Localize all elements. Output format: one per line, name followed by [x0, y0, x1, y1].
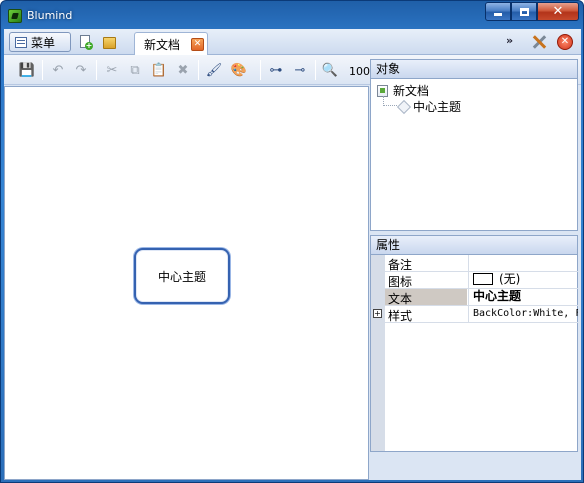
property-value: (无) [499, 272, 521, 286]
properties-panel-title: 属性 [370, 235, 578, 255]
central-topic-node[interactable]: 中心主题 [134, 248, 230, 304]
mindmap-canvas[interactable]: 中心主题 [4, 86, 369, 480]
title-bar[interactable]: Blumind ✕ [1, 1, 583, 29]
undo-icon[interactable]: ↶ [49, 62, 67, 79]
property-row-style[interactable]: + 样式 BackColor:White, F [371, 306, 578, 323]
window-title: Blumind [27, 9, 73, 22]
save-icon[interactable]: 💾 [18, 62, 36, 79]
property-row-text[interactable]: 文本 中心主题 [371, 289, 578, 306]
tools-icon[interactable] [531, 34, 548, 50]
property-name: 图标 [388, 275, 413, 289]
overflow-chevron-icon[interactable]: » [506, 34, 513, 47]
property-name: 样式 [388, 309, 413, 323]
theme-icon[interactable]: 🎨 [230, 62, 248, 79]
menu-label: 菜单 [31, 35, 56, 50]
cut-icon[interactable]: ✂ [103, 62, 121, 79]
add-subtopic-icon[interactable]: ⊶ [267, 62, 285, 79]
close-button[interactable]: ✕ [537, 2, 579, 21]
toolbar-divider [315, 60, 316, 80]
tab-close-icon[interactable]: ✕ [191, 38, 204, 51]
property-name: 文本 [388, 292, 413, 306]
document-icon [377, 84, 388, 97]
property-value[interactable]: BackColor:White, F [468, 306, 578, 322]
toolbar-divider [198, 60, 199, 80]
exit-icon[interactable]: ✕ [557, 34, 573, 50]
maximize-button[interactable] [511, 2, 537, 21]
objects-panel-title: 对象 [370, 59, 578, 79]
toolbar-divider [260, 60, 261, 80]
property-row-note[interactable]: 备注 [371, 255, 578, 272]
tab-strip: 菜单 + 新文档 ✕ » ✕ [4, 29, 581, 55]
maximize-icon [519, 7, 529, 16]
icon-swatch [473, 273, 493, 285]
topic-icon [396, 99, 412, 114]
tab-label: 新文档 [144, 37, 181, 52]
toolbar-divider [96, 60, 97, 80]
tree-item-central-topic[interactable]: 中心主题 [396, 98, 462, 115]
toolbar-divider [42, 60, 43, 80]
new-document-icon[interactable]: + [78, 35, 94, 51]
objects-tree[interactable]: 新文档 中心主题 [370, 79, 578, 231]
property-name: 备注 [388, 258, 413, 272]
app-logo-icon [8, 9, 22, 23]
tree-item-label: 中心主题 [413, 100, 462, 114]
paste-icon[interactable]: 📋 [150, 62, 168, 79]
add-link-icon[interactable]: ⊸ [291, 62, 309, 79]
property-value[interactable] [468, 255, 578, 271]
property-value[interactable]: 中心主题 [468, 289, 578, 305]
menu-button[interactable]: 菜单 [9, 32, 71, 52]
zoom-out-icon[interactable]: 🔍 [321, 62, 339, 79]
close-icon: ✕ [552, 4, 564, 19]
delete-icon[interactable]: ✖ [174, 62, 192, 79]
minimize-icon [494, 13, 502, 16]
redo-icon[interactable]: ↷ [72, 62, 90, 79]
open-folder-icon[interactable] [102, 35, 118, 51]
property-grid[interactable]: 备注 图标 (无) 文本 中心主题 + 样式 BackColor:White, … [370, 255, 578, 452]
expand-icon[interactable]: + [373, 309, 382, 318]
property-row-icon[interactable]: 图标 (无) [371, 272, 578, 289]
format-painter-icon[interactable]: 🖌 [205, 62, 223, 79]
app-window: Blumind ✕ 菜单 + 新文档 ✕ » ✕ 💾 ↶ ↷ ✂ ⧉ 📋 ✖ 🖌… [0, 0, 584, 483]
property-value-cell[interactable]: (无) [468, 272, 578, 288]
tree-connector [383, 96, 397, 106]
menu-icon [15, 36, 27, 48]
tree-item-label: 新文档 [393, 84, 430, 98]
tab-new-document[interactable]: 新文档 ✕ [134, 32, 208, 55]
copy-icon[interactable]: ⧉ [126, 62, 144, 79]
minimize-button[interactable] [485, 2, 511, 21]
